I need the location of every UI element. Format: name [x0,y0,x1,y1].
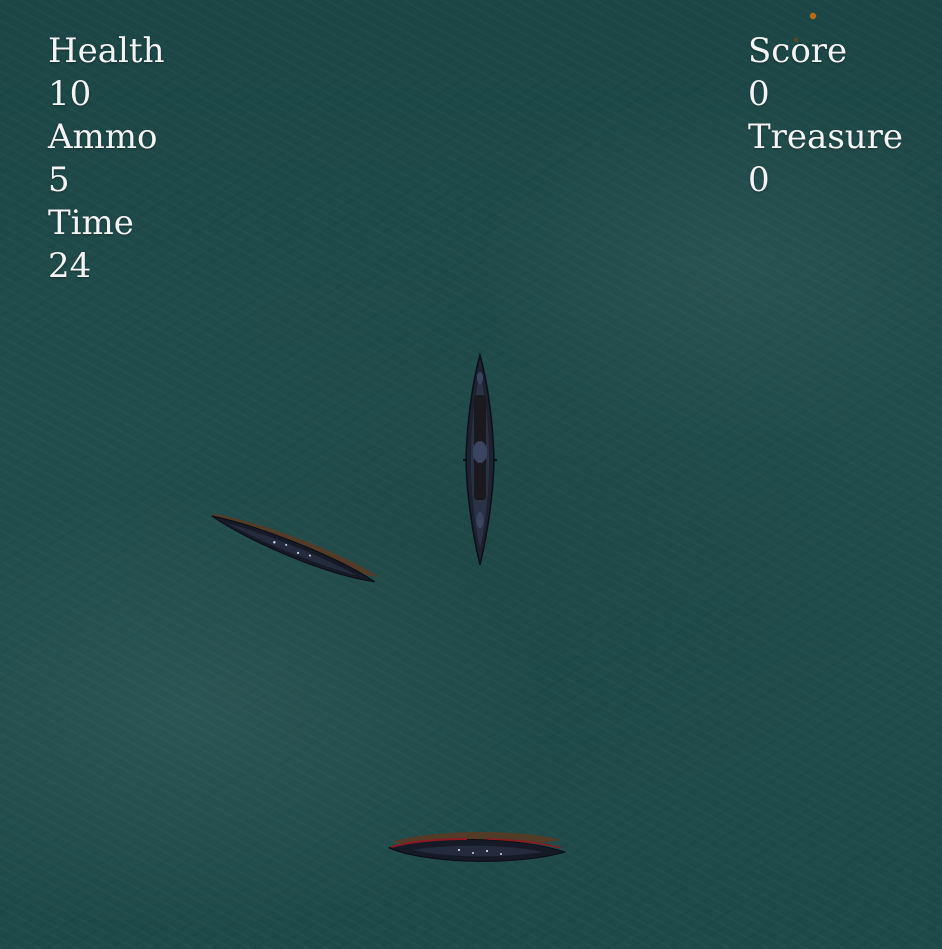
enemy-ship-bottom-layer [387,831,567,862]
enemy-ship-icon[interactable] [387,831,567,862]
game-canvas[interactable]: Health 10 Ammo 5 Time 24 Score 0 Treasur… [0,0,942,949]
